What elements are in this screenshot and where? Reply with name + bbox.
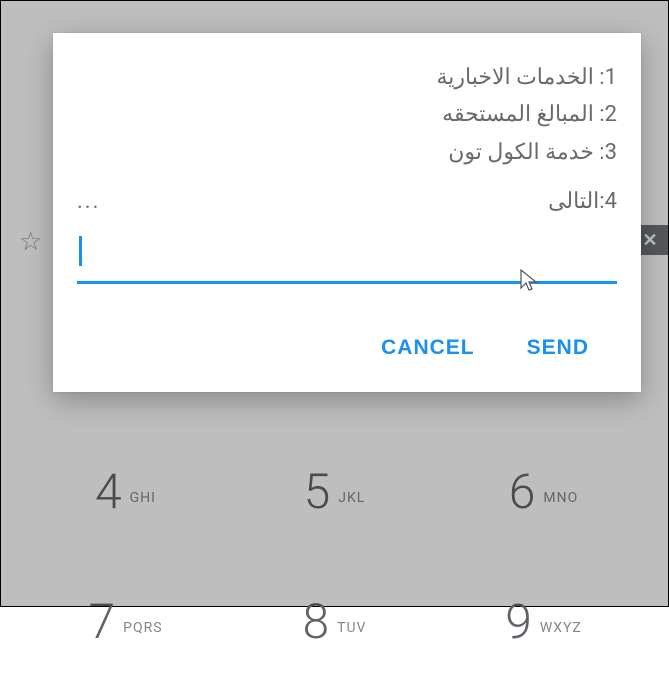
dial-letters: TUV (337, 620, 366, 636)
ussd-menu-item: 3: خدمة الكول تون (77, 134, 617, 171)
ussd-input-wrap[interactable] (77, 234, 617, 284)
dial-letters: WXYZ (540, 620, 582, 636)
truncation-dots: ... (77, 189, 617, 214)
dialog-actions: CANCEL SEND (77, 324, 617, 378)
dial-letters: PQRS (123, 620, 162, 636)
cancel-button[interactable]: CANCEL (377, 330, 479, 366)
text-cursor (79, 236, 82, 266)
send-button[interactable]: SEND (523, 330, 593, 366)
ussd-dialog: 1: الخدمات الاخبارية 2: المبالغ المستحقه… (53, 33, 641, 392)
ussd-reply-input[interactable] (77, 234, 617, 284)
ussd-menu-item: 1: الخدمات الاخبارية (77, 59, 617, 96)
ussd-menu-item: 2: المبالغ المستحقه (77, 96, 617, 133)
